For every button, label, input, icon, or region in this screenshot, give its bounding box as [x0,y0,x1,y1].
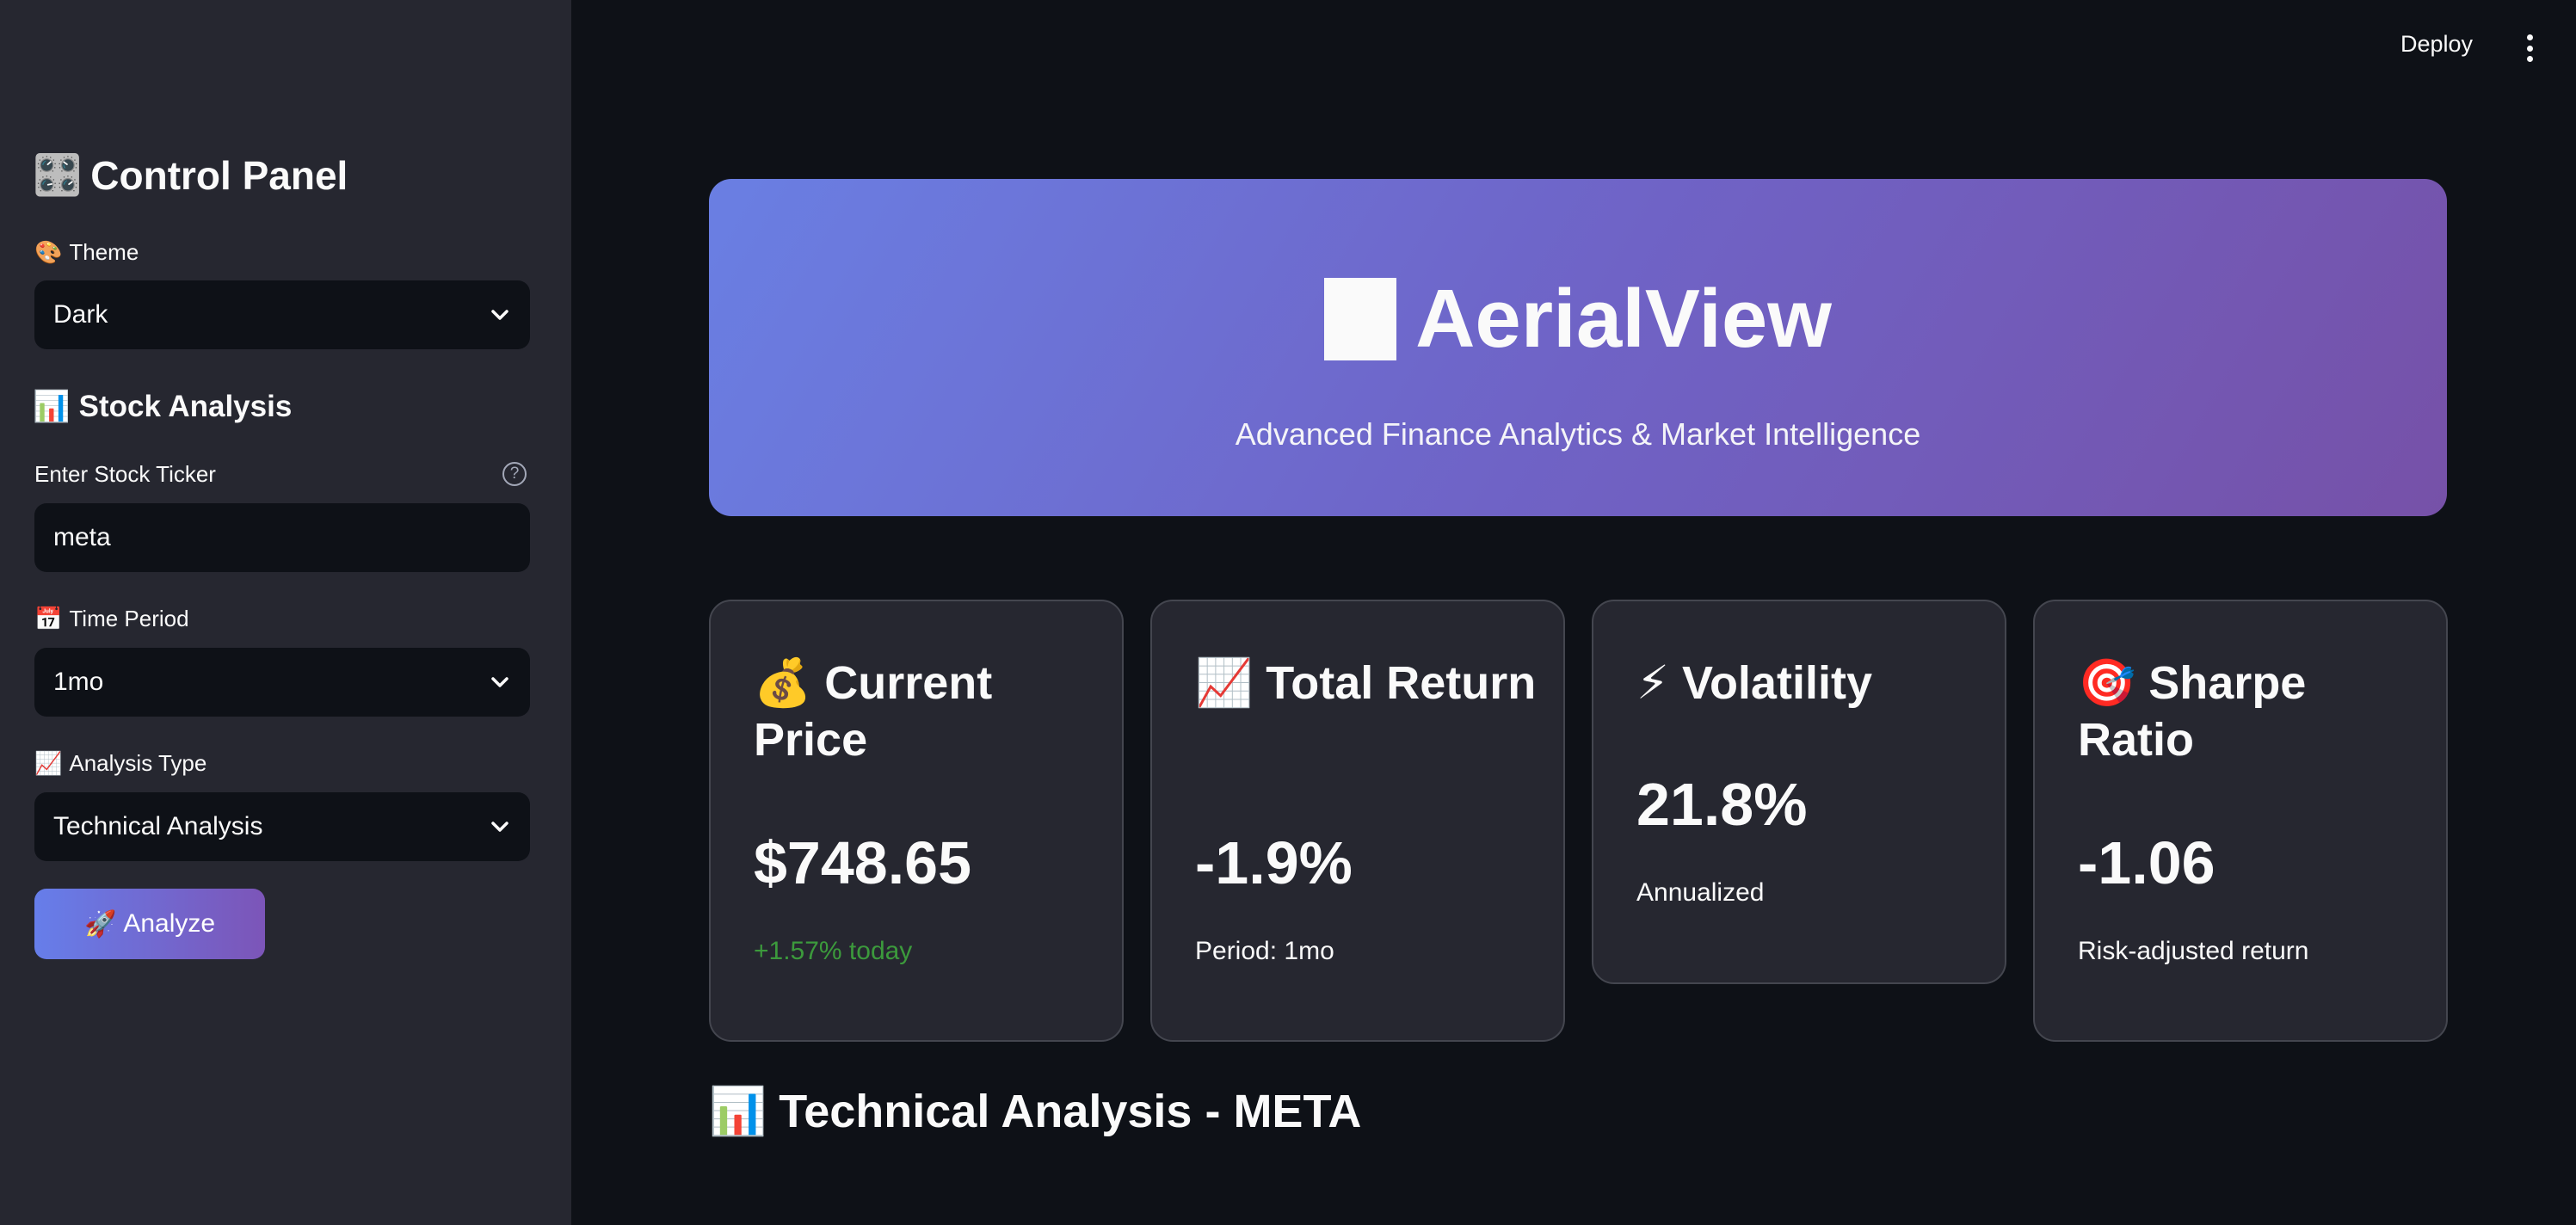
hero-title-text: AerialView [1415,273,1832,365]
stock-analysis-heading: 📊 Stock Analysis [33,389,293,425]
ticker-label: Enter Stock Ticker [34,461,216,488]
metric-card-sharpe-ratio: 🎯 Sharpe Ratio -1.06 Risk-adjusted retur… [2033,600,2448,1042]
bar-chart-icon: 📊 [709,1084,767,1138]
metric-value: 21.8% [1636,771,1808,838]
lightning-icon: ⚡ [1636,656,1669,710]
sidebar-title: 🎛️ Control Panel [33,151,348,199]
metric-note: +1.57% today [754,937,913,965]
theme-select[interactable]: Dark [34,280,530,349]
metric-title-text: Volatility [1681,657,1872,709]
chart-increasing-icon: 📈 [1195,656,1254,710]
theme-label-text: Theme [69,239,139,265]
analyze-button-label: Analyze [123,909,216,938]
analysis-type-select-value: Technical Analysis [53,812,263,840]
more-menu-icon[interactable] [2521,34,2538,62]
stock-analysis-heading-text: Stock Analysis [78,389,293,423]
metric-card-volatility: ⚡ Volatility 21.8% Annualized [1592,600,2006,984]
analysis-type-label-text: Analysis Type [69,750,207,776]
hero-subtitle: Advanced Finance Analytics & Market Inte… [1235,416,1921,452]
sidebar-title-label: Control Panel [90,152,348,198]
placeholder-box-icon [1324,278,1397,360]
metric-note: Annualized [1636,878,1765,907]
metric-note: Period: 1mo [1195,937,1334,965]
help-icon[interactable]: ? [502,462,527,486]
chart-increasing-icon: 📈 [34,750,63,777]
analyze-button[interactable]: 🚀 Analyze [34,889,265,959]
chevron-down-icon [489,816,511,838]
ticker-label-text: Enter Stock Ticker [34,461,216,487]
theme-select-value: Dark [53,300,108,329]
metric-title: 🎯 Sharpe Ratio [2078,655,2422,768]
deploy-button[interactable]: Deploy [2400,31,2473,58]
hero-banner: AerialView Advanced Finance Analytics & … [709,179,2447,516]
metric-value: $748.65 [754,829,972,896]
chevron-down-icon [489,671,511,693]
palette-icon: 🎨 [34,239,63,266]
metric-title: 📈 Total Return [1195,655,1539,711]
ticker-input[interactable]: meta [34,503,530,572]
time-period-select-value: 1mo [53,668,104,696]
bar-chart-icon: 📊 [33,390,71,424]
metric-card-current-price: 💰 Current Price $748.65 +1.57% today [709,600,1124,1042]
time-period-label: 📅 Time Period [34,606,189,632]
metric-note: Risk-adjusted return [2078,937,2309,965]
metric-title-text: Total Return [1266,657,1537,709]
ticker-input-value: meta [53,523,111,551]
sidebar: 🎛️ Control Panel 🎨 Theme Dark 📊 Stock An… [0,0,571,1225]
hero-title: AerialView [709,272,2447,366]
metric-value: -1.9% [1195,829,1353,896]
rocket-icon: 🚀 [83,908,117,939]
metric-card-total-return: 📈 Total Return -1.9% Period: 1mo [1150,600,1565,1042]
chevron-down-icon [489,304,511,326]
metric-title: 💰 Current Price [754,655,1098,768]
calendar-icon: 📅 [34,606,63,632]
technical-analysis-heading-text: Technical Analysis - META [779,1086,1362,1137]
analysis-type-select[interactable]: Technical Analysis [34,792,530,861]
time-period-label-text: Time Period [69,606,189,631]
metric-title: ⚡ Volatility [1636,655,1981,711]
analysis-type-label: 📈 Analysis Type [34,750,206,777]
target-icon: 🎯 [2078,656,2136,710]
control-knobs-icon: 🎛️ [33,151,83,198]
theme-label: 🎨 Theme [34,239,139,266]
money-bag-icon: 💰 [754,656,812,710]
technical-analysis-heading: 📊 Technical Analysis - META [709,1084,1361,1139]
time-period-select[interactable]: 1mo [34,648,530,717]
metric-value: -1.06 [2078,829,2215,896]
